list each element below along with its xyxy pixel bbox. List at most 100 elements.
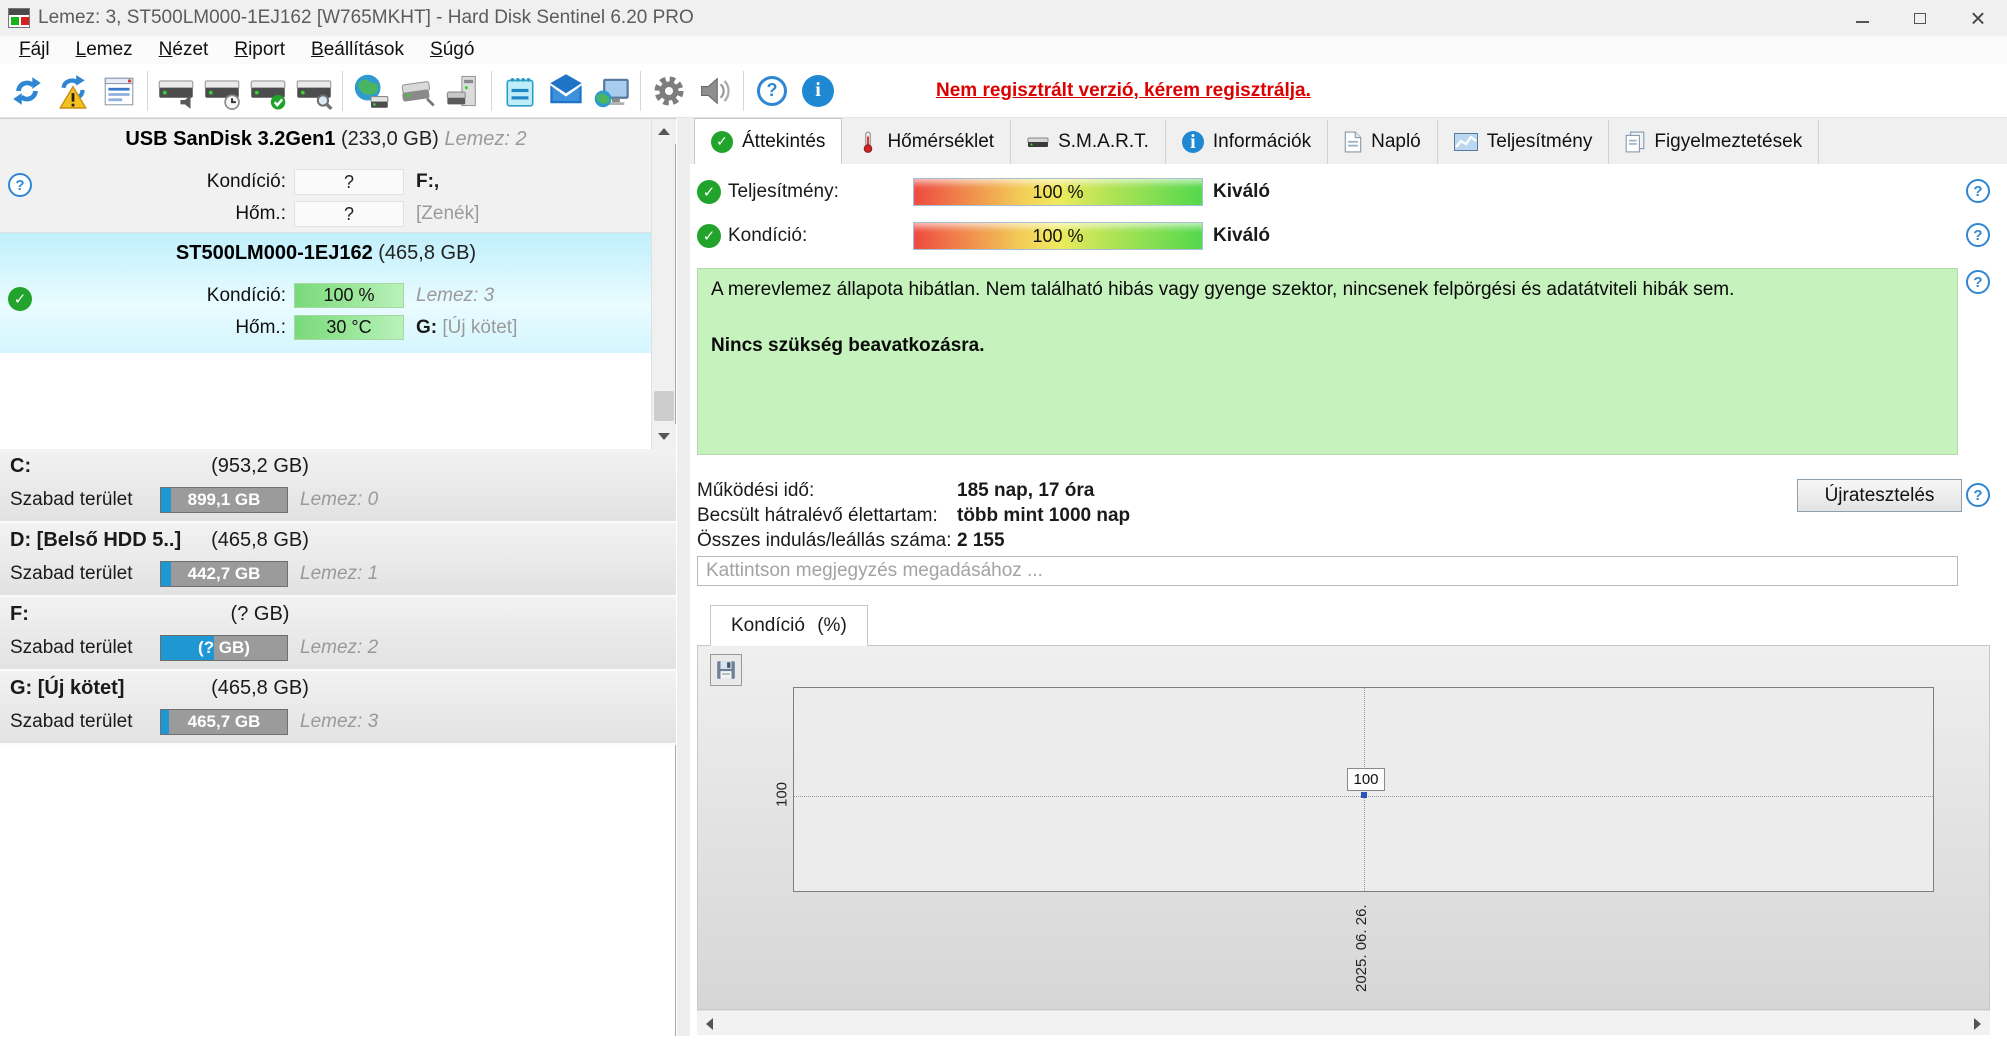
disk-list-scrollbar[interactable] xyxy=(651,119,676,449)
data-point-label: 100 xyxy=(1347,768,1385,791)
usb-drive-letter: F:, xyxy=(416,171,440,192)
free-space-bar: 465,7 GB xyxy=(160,709,288,735)
performance-help-icon[interactable] xyxy=(1966,179,1990,203)
information-button[interactable] xyxy=(795,68,841,114)
maximize-button[interactable] xyxy=(1891,0,1949,36)
arrow-up-icon xyxy=(658,128,670,135)
start-stop-row: Összes indulás/leállás száma: 2 155 xyxy=(697,528,1130,553)
notes-button[interactable] xyxy=(497,68,543,114)
power-on-time-row: Működési idő: 185 nap, 17 óra xyxy=(697,478,1130,503)
usb-device-item[interactable]: USB SanDisk 3.2Gen1 (233,0 GB) Lemez: 2 … xyxy=(0,119,652,233)
disk-computer-button[interactable] xyxy=(440,68,486,114)
volume-row-g[interactable]: G: [Új kötet] (465,8 GB) Szabad terület … xyxy=(0,671,676,745)
tab-naplo[interactable]: Napló xyxy=(1328,120,1438,164)
lifetime-row: Becsült hátralévő élettartam: több mint … xyxy=(697,503,1130,528)
menu-riport[interactable]: Riport xyxy=(221,37,298,63)
toolbar-separator xyxy=(640,70,641,111)
scroll-up-button[interactable] xyxy=(652,119,676,144)
minimize-icon xyxy=(1855,21,1869,23)
usb-condition-value: ? xyxy=(294,169,404,195)
document-icon xyxy=(1344,131,1362,153)
remote-monitor-button[interactable] xyxy=(589,68,635,114)
x-axis-date-label: 2025. 06. 26. xyxy=(1353,904,1370,992)
globe-disk-icon xyxy=(354,74,389,108)
arrow-right-icon xyxy=(1974,1017,1981,1030)
menu-beallitasok[interactable]: Beállítások xyxy=(298,37,417,63)
overview-check-icon xyxy=(711,130,733,153)
status-help-icon[interactable] xyxy=(1966,270,1990,294)
toolbar: Nem regisztrált verzió, kérem regisztrál… xyxy=(0,64,2007,118)
volume-size: (465,8 GB) xyxy=(211,677,309,699)
menu-bar: Fájl Lemez Nézet Riport Beállítások Súgó xyxy=(0,36,2007,64)
y-axis-tick-label: 100 xyxy=(773,781,791,808)
free-space-label: Szabad terület xyxy=(10,489,133,510)
registration-notice[interactable]: Nem regisztrált verzió, kérem regisztrál… xyxy=(936,80,1311,102)
disk-list-panel: USB SanDisk 3.2Gen1 (233,0 GB) Lemez: 2 … xyxy=(0,118,676,1036)
scroll-right-button[interactable] xyxy=(1965,1011,1990,1036)
condition-ok-icon xyxy=(697,224,721,248)
network-disks-button[interactable] xyxy=(348,68,394,114)
info-icon xyxy=(802,74,834,107)
tab-bar: Áttekintés Hőmérséklet S.M.A.R.T. xyxy=(690,118,2007,164)
disk-surface-test-button[interactable] xyxy=(291,68,337,114)
tab-informaciok[interactable]: Információk xyxy=(1166,120,1329,164)
tab-figyelmeztetesek[interactable]: Figyelmeztetések xyxy=(1609,120,1820,164)
volume-row-d[interactable]: D: [Belső HDD 5..] (465,8 GB) Szabad ter… xyxy=(0,523,676,597)
menu-lemez[interactable]: Lemez xyxy=(63,37,146,63)
tab-homerseklet[interactable]: Hőmérséklet xyxy=(842,120,1012,164)
volume-row-f[interactable]: F: (? GB) Szabad terület (? GB) Lemez: 2 xyxy=(0,597,676,671)
settings-button[interactable] xyxy=(646,68,692,114)
usb-device-size: (233,0 GB) xyxy=(341,128,439,150)
scroll-left-button[interactable] xyxy=(697,1011,722,1036)
stat-label: Becsült hátralévő élettartam: xyxy=(697,504,938,526)
report-button[interactable] xyxy=(96,68,142,114)
panel-splitter[interactable] xyxy=(677,118,690,1036)
usb-help-icon[interactable] xyxy=(8,173,32,197)
toolbar-separator xyxy=(147,70,148,111)
help-button[interactable] xyxy=(749,68,795,114)
usb-temp-value: ? xyxy=(294,201,404,227)
disk-short-test-button[interactable] xyxy=(199,68,245,114)
health-status-action: Nincs szükség beavatkozásra. xyxy=(711,335,985,356)
scrollbar-thumb[interactable] xyxy=(654,391,674,421)
selected-temp-label: Hőm.: xyxy=(235,317,286,338)
volume-row-c[interactable]: C: (953,2 GB) Szabad terület 899,1 GB Le… xyxy=(0,449,676,523)
arrow-left-icon xyxy=(706,1017,713,1030)
chart-tab-kondicio[interactable]: Kondíció (%) xyxy=(710,605,868,646)
email-button[interactable] xyxy=(543,68,589,114)
menu-sugo[interactable]: Súgó xyxy=(417,37,487,63)
minimize-button[interactable] xyxy=(1833,0,1891,36)
disk-remove-button[interactable] xyxy=(394,68,440,114)
retest-help-icon[interactable] xyxy=(1966,483,1990,507)
stat-label: Működési idő: xyxy=(697,479,815,501)
usb-device-name: USB SanDisk 3.2Gen1 xyxy=(125,128,336,150)
envelope-icon xyxy=(550,73,582,103)
selected-disk-item[interactable]: ST500LM000-1EJ162 (465,8 GB) Kondíció: 1… xyxy=(0,233,652,353)
condition-help-icon[interactable] xyxy=(1966,223,1990,247)
tab-attekintes[interactable]: Áttekintés xyxy=(694,118,843,164)
performance-rating: Kiváló xyxy=(1213,181,1271,202)
menu-nezet[interactable]: Nézet xyxy=(146,37,222,63)
volume-disk-number: Lemez: 1 xyxy=(300,563,379,584)
tab-teljesitmeny[interactable]: Teljesítmény xyxy=(1438,120,1610,164)
selected-temp-bar: 30 °C xyxy=(294,315,404,340)
usb-device-disk-number: Lemez: 2 xyxy=(444,128,527,150)
disk-status-button[interactable] xyxy=(245,68,291,114)
performance-bar: 100 % xyxy=(913,178,1203,206)
tab-smart[interactable]: S.M.A.R.T. xyxy=(1011,120,1166,164)
volume-disk-number: Lemez: 0 xyxy=(300,489,379,510)
scroll-down-button[interactable] xyxy=(652,424,676,449)
hard-disk-sentinel-window: Lemez: 3, ST500LM000-1EJ162 [W765MKHT] -… xyxy=(0,0,2007,1044)
retest-button[interactable]: Újratesztelés xyxy=(1797,479,1962,512)
refresh-button[interactable] xyxy=(4,68,50,114)
menu-fajl[interactable]: Fájl xyxy=(6,37,63,63)
disk-ok-icon xyxy=(8,287,32,311)
health-status-box: A merevlemez állapota hibátlan. Nem talá… xyxy=(697,268,1958,455)
sounds-button[interactable] xyxy=(692,68,738,114)
refresh-analyse-button[interactable] xyxy=(50,68,96,114)
close-button[interactable] xyxy=(1949,0,2007,36)
chart-save-button[interactable] xyxy=(710,654,742,686)
comment-input[interactable] xyxy=(697,556,1958,586)
chart-horizontal-scrollbar[interactable] xyxy=(697,1010,1990,1035)
disk-acoustic-button[interactable] xyxy=(153,68,199,114)
